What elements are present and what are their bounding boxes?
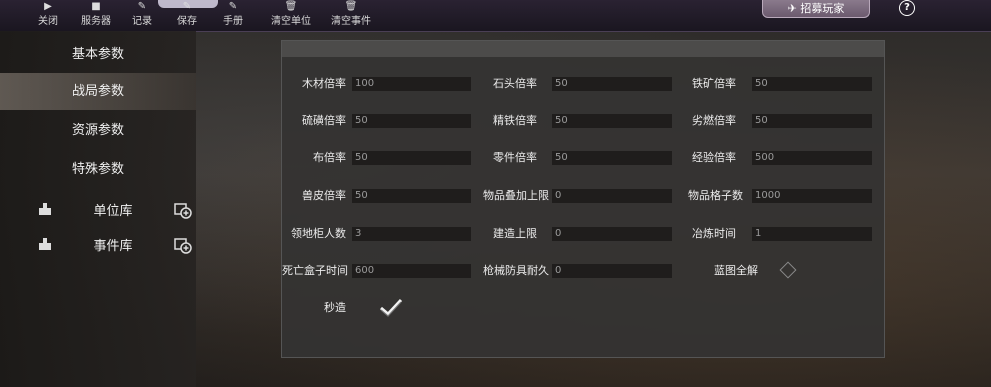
server-button[interactable]: ■ 服务器 (76, 0, 116, 31)
iron-ore-rate-input[interactable] (752, 77, 872, 91)
hide-rate-input[interactable] (352, 189, 471, 203)
manual-button[interactable]: ✎ 手册 (213, 0, 253, 31)
edit-icon: ✎ (137, 1, 147, 12)
inventory-slots-label: 物品格子数 (688, 189, 743, 202)
cloth-rate-label: 布倍率 (313, 151, 346, 164)
edit-icon: ✎ (182, 1, 192, 12)
hide-rate-label: 兽皮倍率 (302, 189, 346, 202)
close-button[interactable]: ▶ 关闭 (28, 0, 68, 31)
exp-rate-input[interactable] (752, 151, 872, 165)
build-limit-input[interactable] (552, 227, 672, 241)
sidebar-item-resource-params[interactable]: 资源参数 (0, 112, 196, 149)
panel-header (282, 41, 884, 57)
trash-icon: 🗑 (344, 1, 358, 12)
tc-members-input[interactable] (352, 227, 471, 241)
weapon-durability-label: 枪械防具耐久 (483, 264, 549, 277)
wood-rate-input[interactable] (352, 77, 471, 91)
sidebar-item-special-params[interactable]: 特殊参数 (0, 151, 196, 188)
refined-iron-rate-input[interactable] (552, 114, 672, 128)
iron-ore-rate-label: 铁矿倍率 (692, 77, 736, 90)
save-button[interactable]: ✎ 保存 (167, 0, 207, 31)
exp-rate-label: 经验倍率 (692, 151, 736, 164)
event-library-row[interactable]: 事件库 (0, 233, 196, 257)
parts-rate-input[interactable] (552, 151, 672, 165)
help-icon[interactable]: ? (899, 0, 915, 16)
blueprint-unlock-label: 蓝图全解 (714, 264, 758, 277)
log-button[interactable]: ✎ 记录 (122, 0, 162, 31)
wood-rate-label: 木材倍率 (302, 77, 346, 90)
low-fuel-rate-label: 劣燃倍率 (692, 114, 736, 127)
sulfur-rate-input[interactable] (352, 114, 471, 128)
death-box-time-input[interactable] (352, 264, 471, 278)
instant-build-checkbox[interactable] (378, 296, 404, 318)
top-toolbar: ▶ 关闭 ■ 服务器 ✎ 记录 ✎ 保存 ✎ 手册 🗑 清空单位 🗑 清空事件 … (0, 0, 991, 32)
smelt-time-input[interactable] (752, 227, 872, 241)
tc-members-label: 领地柜人数 (291, 227, 346, 240)
rocket-icon: ✈ (787, 2, 801, 15)
edit-icon: ✎ (228, 1, 238, 12)
instant-build-label: 秒造 (324, 301, 346, 314)
clear-events-label: 清空事件 (331, 16, 371, 27)
clear-events-button[interactable]: 🗑 清空事件 (331, 0, 371, 31)
event-library-label: 事件库 (93, 239, 133, 254)
stone-rate-input[interactable] (552, 77, 672, 91)
clear-units-button[interactable]: 🗑 清空单位 (271, 0, 311, 31)
smelt-time-label: 冶炼时间 (692, 227, 736, 240)
trash-icon: 🗑 (284, 1, 298, 12)
import-icon[interactable] (38, 202, 52, 216)
cloth-rate-input[interactable] (352, 151, 471, 165)
stack-limit-input[interactable] (552, 189, 672, 203)
add-folder-icon[interactable] (174, 236, 192, 254)
refined-iron-rate-label: 精铁倍率 (493, 114, 537, 127)
inventory-slots-input[interactable] (752, 189, 872, 203)
recruit-label: 招募玩家 (800, 2, 845, 15)
stack-limit-label: 物品叠加上限 (483, 189, 549, 202)
cube-icon: ■ (91, 1, 101, 12)
weapon-durability-input[interactable] (552, 264, 672, 278)
unit-library-label: 单位库 (93, 204, 133, 219)
manual-label: 手册 (223, 16, 243, 27)
parts-rate-label: 零件倍率 (493, 151, 537, 164)
sulfur-rate-label: 硫磺倍率 (302, 114, 346, 127)
sidebar-item-battle-params[interactable]: 战局参数 (0, 73, 196, 110)
stone-rate-label: 石头倍率 (493, 77, 537, 90)
low-fuel-rate-input[interactable] (752, 114, 872, 128)
death-box-time-label: 死亡盒子时间 (282, 264, 348, 277)
add-folder-icon[interactable] (174, 201, 192, 219)
unit-library-row[interactable]: 单位库 (0, 198, 196, 222)
clear-units-label: 清空单位 (271, 16, 311, 27)
sidebar: 基本参数 战局参数 资源参数 特殊参数 单位库 事件库 (0, 31, 196, 387)
play-icon: ▶ (44, 1, 52, 12)
sidebar-item-basic-params[interactable]: 基本参数 (0, 36, 196, 73)
build-limit-label: 建造上限 (493, 227, 537, 240)
recruit-players-button[interactable]: ✈ 招募玩家 (762, 0, 870, 18)
import-icon[interactable] (38, 237, 52, 251)
